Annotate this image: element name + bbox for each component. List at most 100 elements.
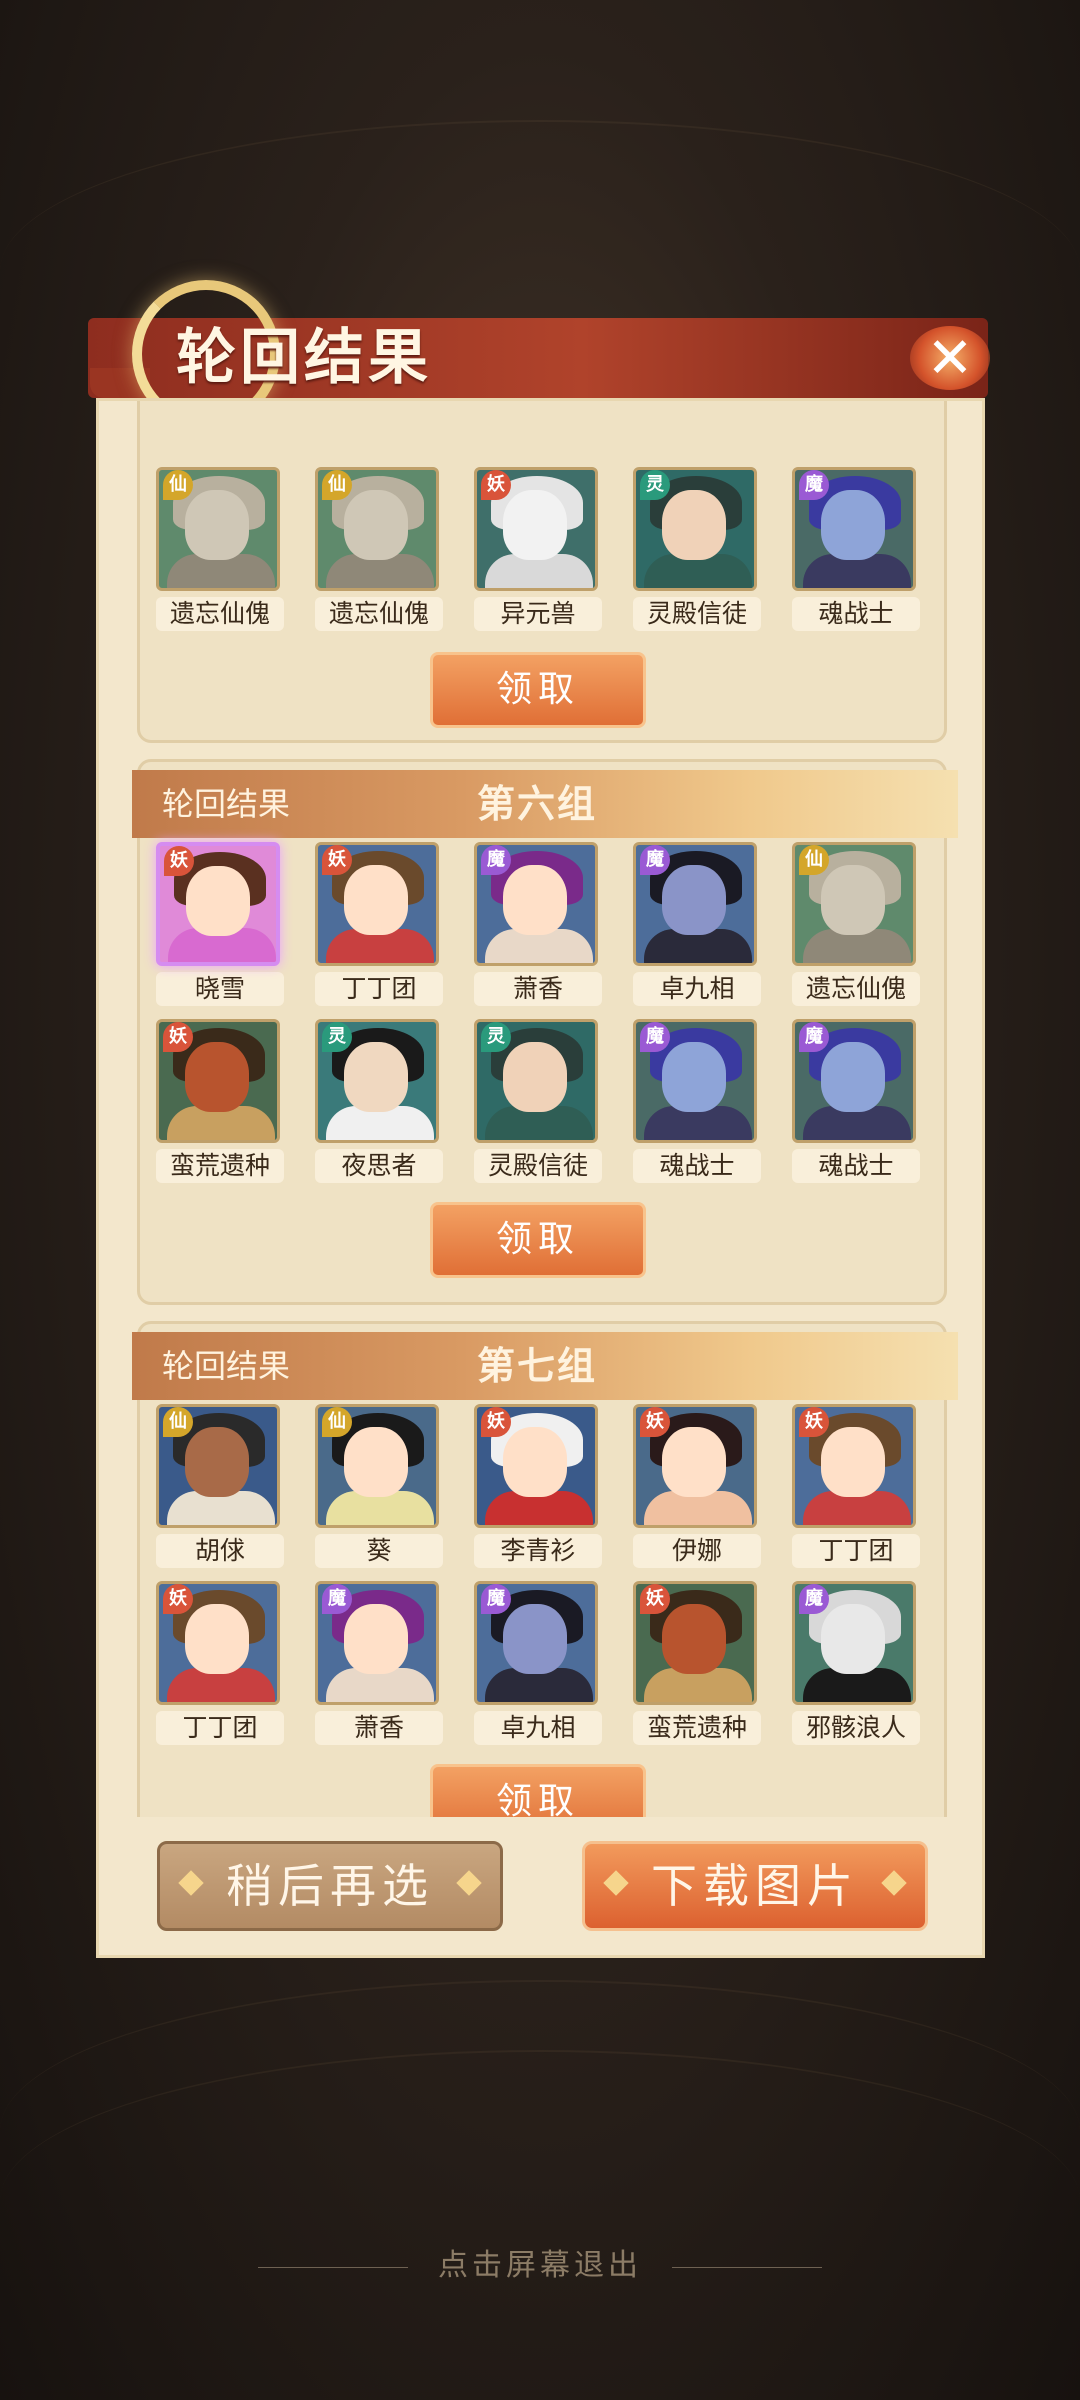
hero-card[interactable]: 灵夜思者 (315, 1019, 443, 1183)
faction-badge-icon: 灵 (481, 1022, 511, 1052)
hero-card[interactable]: 魔魂战士 (792, 467, 920, 631)
faction-badge-icon: 仙 (322, 1407, 352, 1437)
hero-portrait: 灵 (633, 467, 757, 591)
hero-card[interactable]: 灵灵殿信徒 (474, 1019, 602, 1183)
hero-name: 灵殿信徒 (633, 597, 761, 631)
exit-hint[interactable]: 点击屏幕退出 (0, 2240, 1080, 2284)
divider-line (672, 2266, 822, 2268)
choose-later-label: 稍后再选 (226, 1859, 434, 1913)
faction-badge-icon: 魔 (322, 1584, 352, 1614)
claim-button[interactable]: 领取 (430, 652, 646, 728)
hero-card[interactable]: 仙遗忘仙傀 (156, 467, 284, 631)
faction-badge-icon: 妖 (799, 1407, 829, 1437)
hero-face (662, 490, 726, 560)
faction-badge-icon: 妖 (481, 1407, 511, 1437)
hero-card[interactable]: 魔邪骸浪人 (792, 1581, 920, 1745)
hero-name: 丁丁团 (156, 1711, 284, 1745)
hero-face (185, 1042, 249, 1112)
close-button[interactable]: ✕ (905, 318, 995, 398)
hero-portrait: 妖 (633, 1581, 757, 1705)
hero-portrait: 仙 (156, 1404, 280, 1528)
hero-portrait: 魔 (792, 1019, 916, 1143)
hero-face (503, 865, 567, 935)
faction-badge-icon: 仙 (322, 470, 352, 500)
hero-card[interactable]: 妖蛮荒遗种 (156, 1019, 284, 1183)
hero-portrait: 魔 (315, 1581, 439, 1705)
diamond-icon (178, 1870, 204, 1896)
hero-card[interactable]: 妖丁丁团 (315, 842, 443, 1006)
hero-portrait: 魔 (633, 842, 757, 966)
hero-card[interactable]: 魔萧香 (315, 1581, 443, 1745)
hero-card[interactable]: 妖伊娜 (633, 1404, 761, 1568)
hero-face (185, 1427, 249, 1497)
hero-face (662, 865, 726, 935)
hero-portrait: 仙 (156, 467, 280, 591)
hero-name: 魂战士 (792, 597, 920, 631)
hero-face (662, 1042, 726, 1112)
hero-portrait: 灵 (315, 1019, 439, 1143)
hero-card[interactable]: 魔魂战士 (792, 1019, 920, 1183)
hero-card[interactable]: 魔萧香 (474, 842, 602, 1006)
hero-face (821, 865, 885, 935)
hero-card[interactable]: 妖丁丁团 (792, 1404, 920, 1568)
hero-card[interactable]: 仙胡俅 (156, 1404, 284, 1568)
result-group: 轮回结果 第七组仙胡俅仙葵妖李青衫妖伊娜妖丁丁团妖丁丁团魔萧香魔卓九相妖蛮荒遗种魔… (132, 1321, 958, 1817)
hero-card[interactable]: 仙遗忘仙傀 (792, 842, 920, 1006)
hero-card[interactable]: 魔卓九相 (474, 1581, 602, 1745)
hero-portrait: 魔 (474, 1581, 598, 1705)
hero-portrait: 妖 (156, 1019, 280, 1143)
hero-card[interactable]: 妖丁丁团 (156, 1581, 284, 1745)
hero-face (185, 490, 249, 560)
group-name: 第六组 (477, 781, 598, 826)
hero-name: 卓九相 (474, 1711, 602, 1745)
hero-face (821, 490, 885, 560)
faction-badge-icon: 魔 (481, 845, 511, 875)
results-panel: 武士白米米潮徐么葵李青杉仙遗忘仙傀仙遗忘仙傀妖异元兽灵灵殿信徒魔魂战士领取轮回结… (96, 398, 985, 1958)
hero-face (662, 1604, 726, 1674)
hero-card[interactable]: 妖晓雪 (156, 842, 284, 1006)
hero-name: 夜思者 (315, 1149, 443, 1183)
hero-face (821, 1427, 885, 1497)
hero-name: 遗忘仙傀 (315, 597, 443, 631)
hero-card[interactable]: 仙葵 (315, 1404, 443, 1568)
hero-portrait: 仙 (792, 842, 916, 966)
faction-badge-icon: 魔 (481, 1584, 511, 1614)
hero-name: 晓雪 (156, 972, 284, 1006)
hero-card[interactable]: 仙遗忘仙傀 (315, 467, 443, 631)
hero-portrait: 妖 (315, 842, 439, 966)
choose-later-button[interactable]: 稍后再选 (157, 1841, 503, 1931)
faction-badge-icon: 仙 (163, 470, 193, 500)
claim-button[interactable]: 领取 (430, 1764, 646, 1817)
hero-face (344, 1604, 408, 1674)
hero-name: 魂战士 (792, 1149, 920, 1183)
close-icon: ✕ (926, 325, 974, 391)
hero-card[interactable]: 妖蛮荒遗种 (633, 1581, 761, 1745)
hero-card[interactable]: 魔魂战士 (633, 1019, 761, 1183)
hero-portrait: 仙 (315, 1404, 439, 1528)
faction-badge-icon: 魔 (799, 1022, 829, 1052)
hero-name: 遗忘仙傀 (156, 597, 284, 631)
hero-name: 伊娜 (633, 1534, 761, 1568)
hero-name: 萧香 (315, 1711, 443, 1745)
hero-face (503, 1604, 567, 1674)
hero-face (503, 1042, 567, 1112)
hero-portrait: 妖 (474, 467, 598, 591)
results-scroll-list[interactable]: 武士白米米潮徐么葵李青杉仙遗忘仙傀仙遗忘仙傀妖异元兽灵灵殿信徒魔魂战士领取轮回结… (99, 401, 982, 1817)
claim-button[interactable]: 领取 (430, 1202, 646, 1278)
faction-badge-icon: 妖 (163, 1022, 193, 1052)
result-group: 轮回结果 第六组妖晓雪妖丁丁团魔萧香魔卓九相仙遗忘仙傀妖蛮荒遗种灵夜思者灵灵殿信徒… (132, 759, 958, 1305)
hero-face (344, 490, 408, 560)
hero-card[interactable]: 灵灵殿信徒 (633, 467, 761, 631)
group-header: 轮回结果 第七组 (132, 1332, 958, 1400)
hero-name: 李青衫 (474, 1534, 602, 1568)
hero-name: 丁丁团 (792, 1534, 920, 1568)
result-group: 仙遗忘仙傀仙遗忘仙傀妖异元兽灵灵殿信徒魔魂战士 领取 (137, 401, 947, 743)
hero-card[interactable]: 魔卓九相 (633, 842, 761, 1006)
hero-portrait: 妖 (633, 1404, 757, 1528)
hero-card[interactable]: 妖李青衫 (474, 1404, 602, 1568)
diamond-icon (881, 1870, 907, 1896)
download-image-button[interactable]: 下载图片 (582, 1841, 928, 1931)
hero-card[interactable]: 妖异元兽 (474, 467, 602, 631)
diamond-icon (456, 1870, 482, 1896)
hero-face (185, 1604, 249, 1674)
